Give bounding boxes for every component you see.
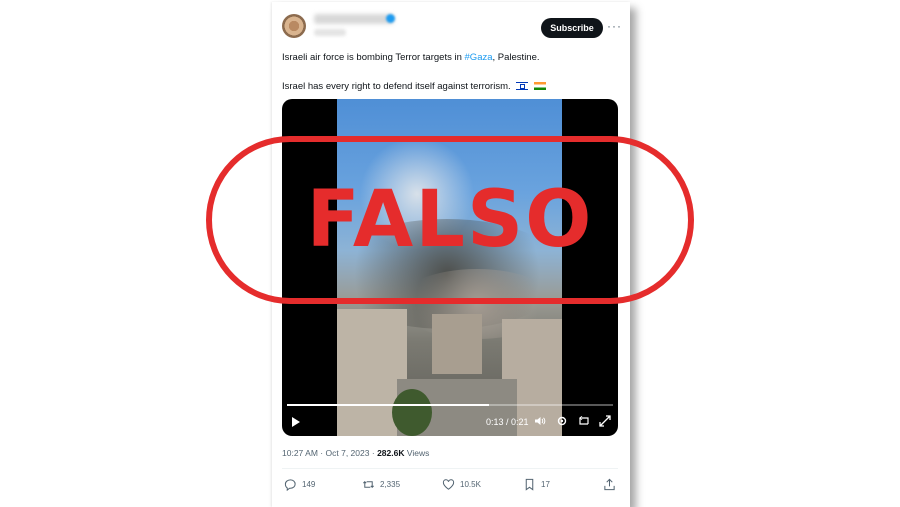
blurred-display-name[interactable] [314, 14, 394, 24]
views-label: Views [406, 448, 430, 458]
views-count: 282.6K [377, 448, 405, 458]
post-meta: 10:27 AM · Oct 7, 2023 · 282.6K Views [282, 448, 429, 458]
repost-icon [363, 480, 374, 488]
post-text-line-2-content: Israel has every right to defend itself … [282, 81, 511, 92]
reply-count: 149 [302, 479, 316, 489]
like-count: 10.5K [460, 479, 481, 489]
blurred-handle[interactable] [314, 29, 346, 36]
more-options-icon[interactable]: ··· [607, 19, 622, 33]
meta-separator: · [320, 448, 324, 458]
progress-fill [287, 404, 489, 406]
volume-icon[interactable] [534, 415, 546, 427]
building [432, 314, 482, 374]
reply-icon [284, 478, 296, 491]
post-text-suffix: , Palestine. [492, 52, 540, 63]
post-text-line-2: Israel has every right to defend itself … [282, 81, 546, 92]
share-icon [604, 478, 615, 490]
like-button[interactable]: 10.5K [442, 477, 481, 491]
divider [282, 468, 618, 469]
post-date[interactable]: Oct 7, 2023 [326, 448, 370, 458]
bookmark-count: 17 [541, 479, 550, 489]
israel-flag-icon [516, 82, 529, 91]
bookmark-icon [525, 478, 534, 491]
avatar[interactable] [282, 14, 306, 38]
reply-button[interactable]: 149 [284, 477, 315, 491]
share-button[interactable] [603, 477, 616, 491]
tree [392, 389, 432, 436]
repost-button[interactable]: 2,335 [362, 477, 400, 491]
hashtag-link[interactable]: #Gaza [465, 52, 493, 63]
settings-icon[interactable] [556, 415, 568, 427]
repost-video-icon[interactable] [578, 415, 590, 427]
play-icon[interactable] [292, 417, 300, 427]
fullscreen-icon[interactable] [599, 415, 611, 427]
post-time[interactable]: 10:27 AM [282, 448, 318, 458]
falso-stamp: FALSO [206, 136, 694, 304]
repost-count: 2,335 [380, 479, 401, 489]
post-text-prefix: Israeli air force is bombing Terror targ… [282, 52, 465, 63]
india-flag-icon [533, 82, 546, 91]
subscribe-button[interactable]: Subscribe [541, 18, 603, 38]
post-text-line-1: Israeli air force is bombing Terror targ… [282, 52, 540, 63]
heart-icon [442, 478, 455, 490]
video-time: 0:13 / 0:21 [486, 417, 529, 427]
meta-separator: · [371, 448, 375, 458]
verified-badge-icon [386, 14, 395, 23]
stamp-label: FALSO [306, 175, 594, 265]
bookmark-button[interactable]: 17 [523, 477, 550, 491]
